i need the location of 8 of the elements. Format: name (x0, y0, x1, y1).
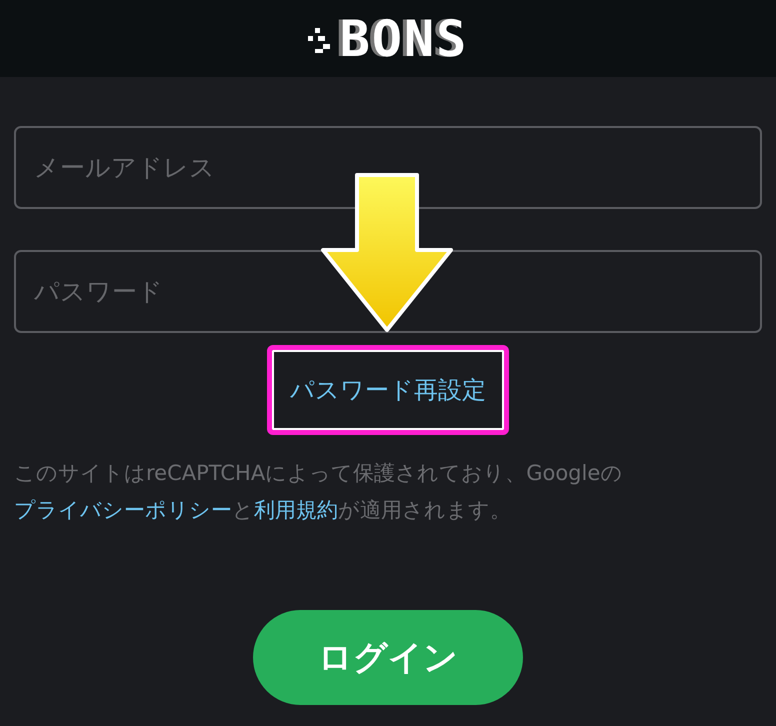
down-arrow-icon (320, 172, 454, 334)
input-field[interactable]: メールアドレス (14, 126, 762, 209)
terms-link[interactable]: 利用規約 (254, 498, 338, 522)
privacy-policy-link[interactable]: プライバシーポリシー (14, 498, 232, 522)
input-field[interactable]: パスワード (14, 250, 762, 333)
logo[interactable]: BONS (340, 12, 468, 64)
recaptcha-notice: このサイトはreCAPTCHAによって保護されており、Googleの プライバシーポリシー と 利用規約が適用されます。 (14, 460, 624, 524)
password-reset-link[interactable]: パスワード再設定 (267, 345, 509, 435)
